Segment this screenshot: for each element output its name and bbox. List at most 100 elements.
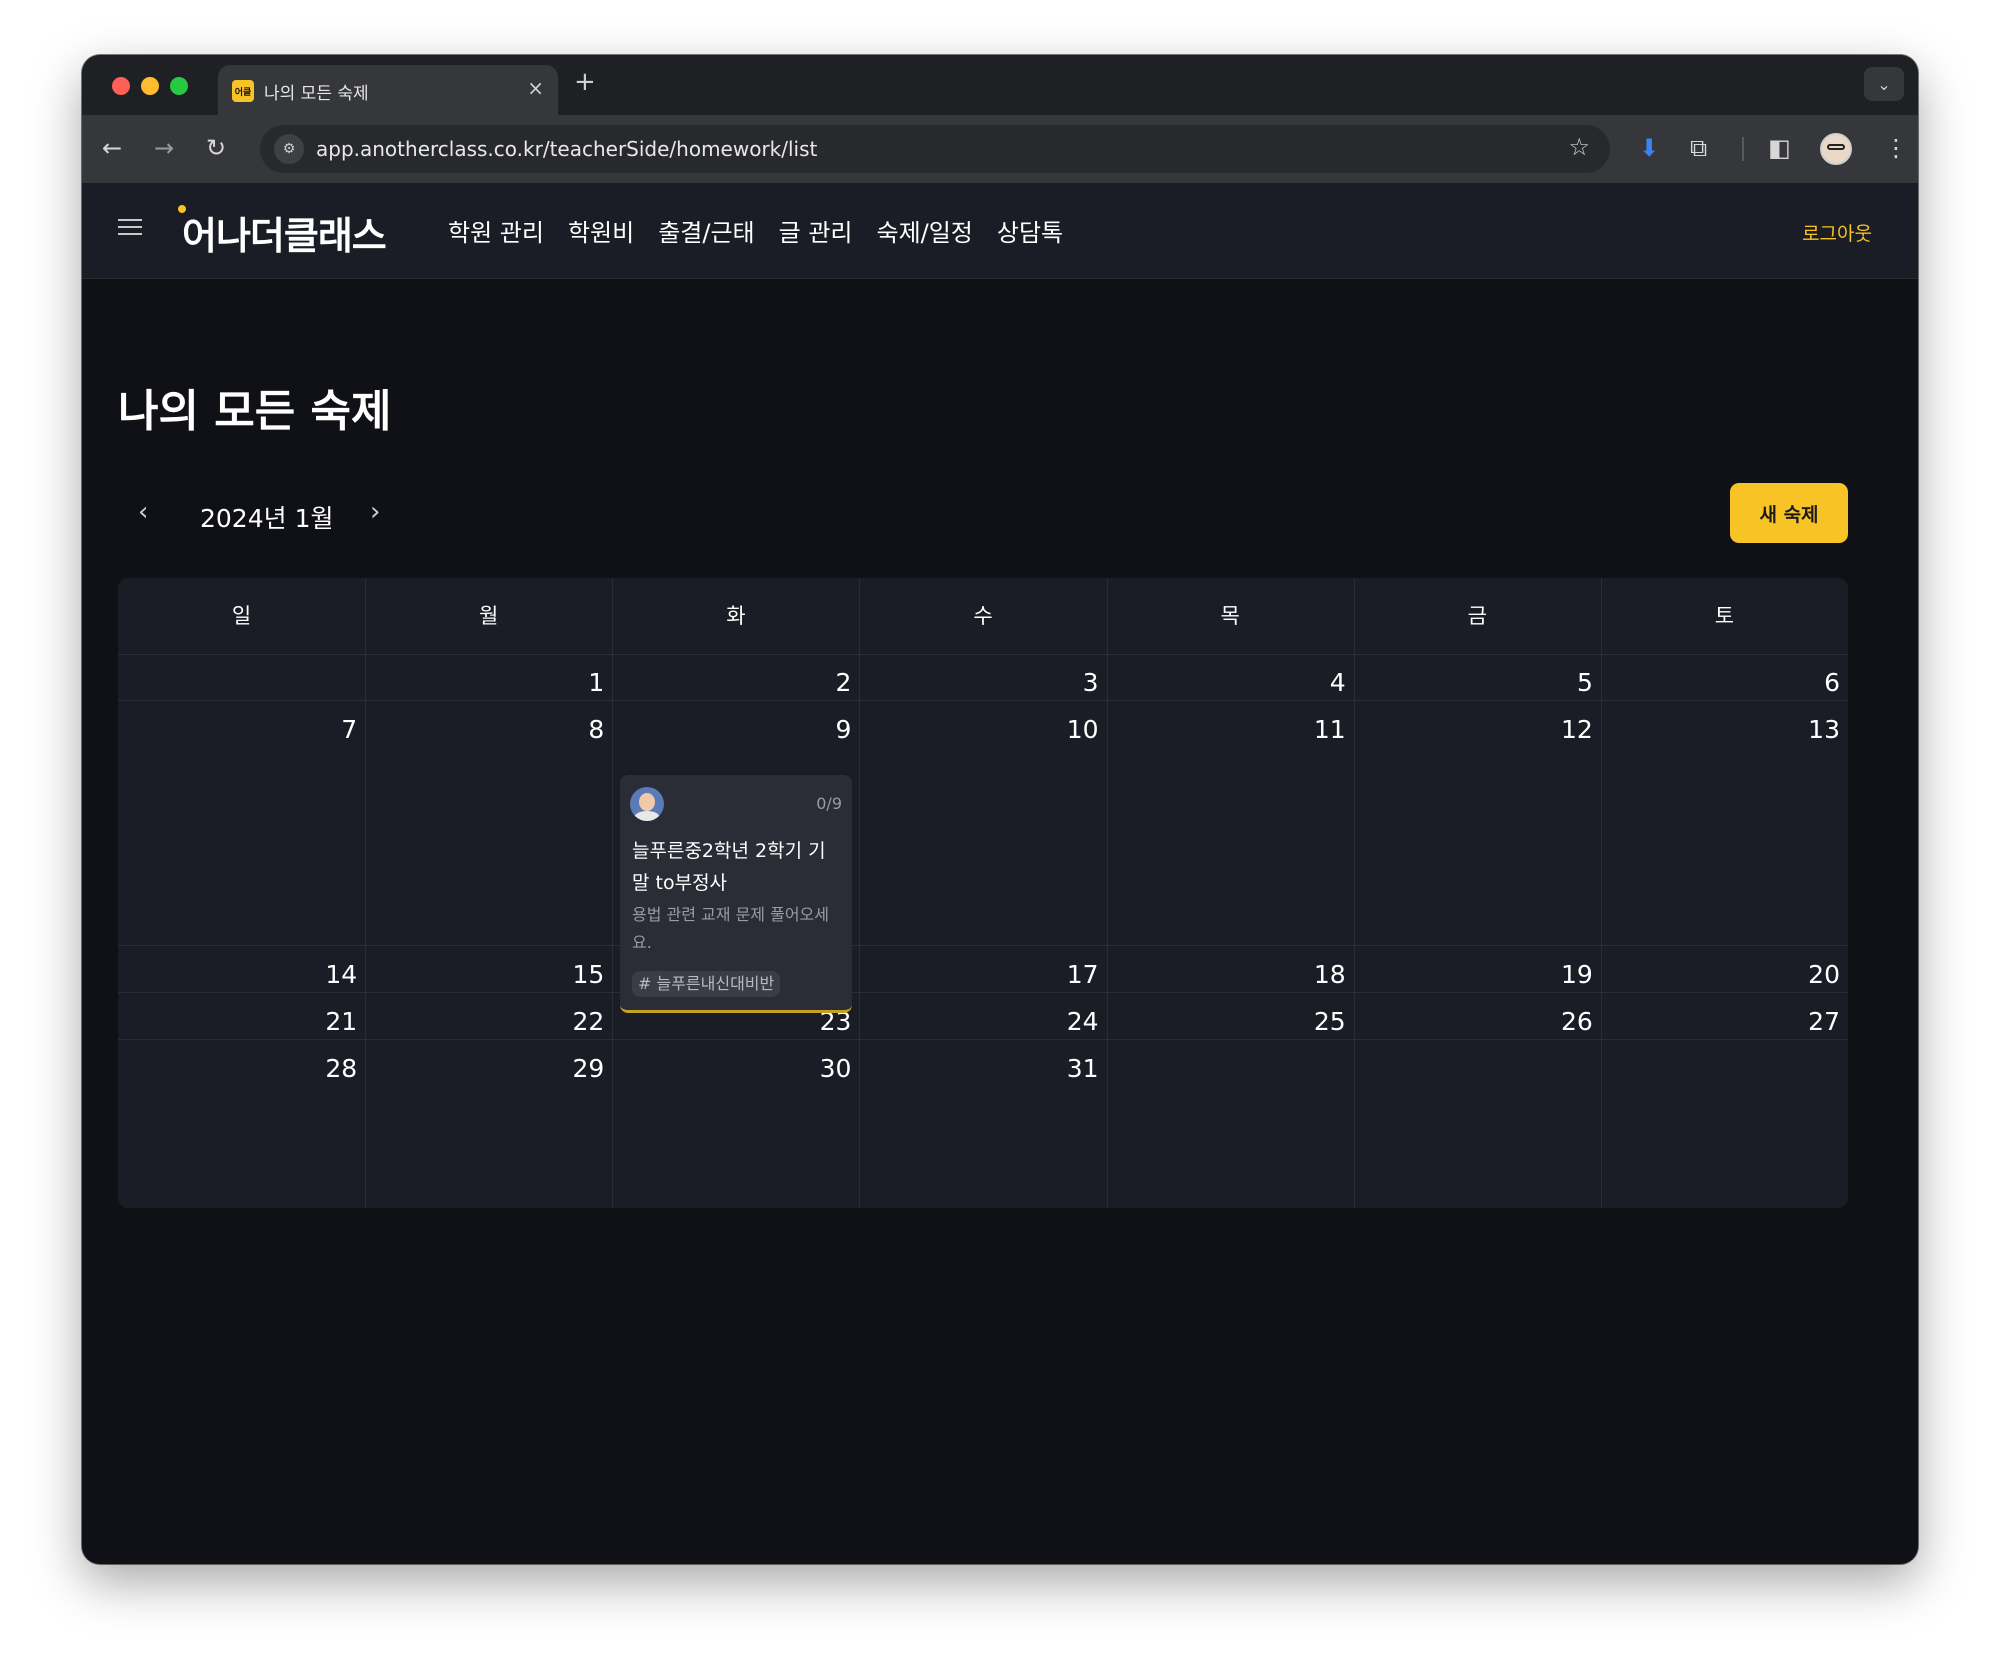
tab-title: 나의 모든 숙제 xyxy=(264,84,369,104)
day-number: 20 xyxy=(1808,960,1840,989)
main-menu: 학원 관리 학원비 출결/근태 글 관리 숙제/일정 상담톡 xyxy=(448,213,1063,248)
column-divider xyxy=(859,578,860,1208)
weekday-header: 금 xyxy=(1467,604,1487,628)
calendar-day-cell[interactable]: 30 xyxy=(612,1040,859,1087)
column-divider xyxy=(612,578,613,1208)
calendar-day-cell[interactable]: 15 xyxy=(365,946,613,993)
day-number: 27 xyxy=(1808,1007,1840,1036)
forward-arrow-icon[interactable]: → xyxy=(154,133,174,163)
calendar-day-cell[interactable]: 17 xyxy=(859,946,1107,993)
weekday-header: 토 xyxy=(1714,604,1735,628)
maximize-window-button[interactable] xyxy=(170,77,188,95)
calendar-day-cell[interactable]: 5 xyxy=(1353,654,1601,701)
address-bar[interactable]: ⚙ app.anotherclass.co.kr/teacherSide/hom… xyxy=(260,125,1610,173)
download-icon[interactable]: ⬇ xyxy=(1639,133,1659,163)
calendar-day-cell[interactable]: 28 xyxy=(118,1040,365,1087)
prev-month-chevron-icon[interactable]: ‹ xyxy=(138,497,148,527)
teacher-avatar xyxy=(630,787,664,821)
weekday-header: 화 xyxy=(726,604,746,628)
menu-item-attendance[interactable]: 출결/근태 xyxy=(658,213,754,248)
tab-close-icon[interactable]: × xyxy=(527,76,544,100)
calendar-day-cell[interactable]: 22 xyxy=(365,993,613,1040)
calendar-day-cell[interactable]: 10 xyxy=(859,701,1107,946)
tab-strip: 어클 나의 모든 숙제 × + ⌄ xyxy=(82,55,1918,115)
more-menu-icon[interactable]: ⋮ xyxy=(1884,133,1908,163)
new-homework-button[interactable]: 새 숙제 xyxy=(1730,483,1848,543)
browser-window: 어클 나의 모든 숙제 × + ⌄ ← → ↻ ⚙ app.anothercla… xyxy=(82,55,1918,1564)
url-text[interactable]: app.anotherclass.co.kr/teacherSide/homew… xyxy=(316,137,817,161)
menu-item-academy[interactable]: 학원 관리 xyxy=(448,213,544,248)
calendar-day-cell[interactable]: 12 xyxy=(1353,701,1601,946)
next-month-chevron-icon[interactable]: › xyxy=(370,497,380,527)
minimize-window-button[interactable] xyxy=(141,77,159,95)
day-number: 17 xyxy=(1066,960,1099,989)
day-number: 9 xyxy=(835,715,852,744)
tab-search-chevron-icon[interactable]: ⌄ xyxy=(1864,67,1904,101)
extensions-puzzle-icon[interactable]: ⧉ xyxy=(1690,133,1707,163)
bookmark-star-icon[interactable]: ☆ xyxy=(1568,133,1590,161)
day-number: 21 xyxy=(325,1007,358,1036)
profile-avatar-icon[interactable] xyxy=(1820,133,1852,165)
calendar-day-cell[interactable] xyxy=(1601,1040,1848,1087)
calendar-day-cell[interactable]: 6 xyxy=(1600,654,1848,701)
day-number: 30 xyxy=(819,1054,852,1083)
column-divider xyxy=(1107,578,1108,1208)
homework-card[interactable]: 0/9 늘푸른중2학년 2학기 기말 to부정사 용법 관련 교재 문제 풀어오… xyxy=(620,775,852,1013)
back-arrow-icon[interactable]: ← xyxy=(102,133,122,163)
calendar-day-cell[interactable] xyxy=(1107,1040,1354,1087)
calendar-day-cell[interactable]: 8 xyxy=(365,701,613,946)
calendar-day-cell[interactable] xyxy=(118,654,366,701)
calendar-day-cell[interactable]: 3 xyxy=(859,654,1107,701)
hamburger-menu-icon[interactable] xyxy=(118,217,142,237)
new-tab-button[interactable]: + xyxy=(574,67,596,97)
site-settings-icon[interactable]: ⚙ xyxy=(274,134,304,164)
column-divider xyxy=(1601,578,1602,1208)
calendar-day-cell[interactable]: 11 xyxy=(1106,701,1354,946)
weekday-header: 수 xyxy=(973,604,993,628)
browser-toolbar: ← → ↻ ⚙ app.anotherclass.co.kr/teacherSi… xyxy=(82,115,1918,183)
homework-tag[interactable]: # 늘푸른내신대비반 xyxy=(632,971,781,997)
reload-icon[interactable]: ↻ xyxy=(206,133,226,163)
calendar-day-cell[interactable]: 29 xyxy=(365,1040,612,1087)
month-label: 2024년 1월 xyxy=(200,504,334,533)
day-number: 14 xyxy=(325,960,358,989)
calendar-day-cell[interactable]: 18 xyxy=(1106,946,1354,993)
calendar-day-cell[interactable]: 7 xyxy=(118,701,366,946)
calendar-day-cell[interactable] xyxy=(1354,1040,1601,1087)
menu-item-tuition[interactable]: 학원비 xyxy=(568,213,634,248)
day-number: 28 xyxy=(325,1054,358,1083)
calendar-day-cell[interactable]: 20 xyxy=(1600,946,1848,993)
calendar-header: 일월화수목금토 xyxy=(118,578,1848,655)
calendar-day-cell[interactable]: 31 xyxy=(859,1040,1106,1087)
browser-tab[interactable]: 어클 나의 모든 숙제 × xyxy=(218,65,558,115)
calendar-day-cell[interactable]: 1 xyxy=(365,654,613,701)
day-number: 3 xyxy=(1082,668,1099,697)
day-number: 15 xyxy=(572,960,605,989)
calendar-day-cell[interactable]: 24 xyxy=(859,993,1107,1040)
calendar-day-cell[interactable]: 13 xyxy=(1600,701,1848,946)
day-number: 29 xyxy=(572,1054,605,1083)
app-navbar: 어나더클래스 학원 관리 학원비 출결/근태 글 관리 숙제/일정 상담톡 로그… xyxy=(82,183,1918,279)
menu-item-posts[interactable]: 글 관리 xyxy=(779,213,853,248)
calendar-day-cell[interactable]: 4 xyxy=(1106,654,1354,701)
calendar-day-cell[interactable]: 19 xyxy=(1353,946,1601,993)
menu-item-consult[interactable]: 상담톡 xyxy=(997,213,1063,248)
day-number: 19 xyxy=(1561,960,1593,989)
calendar-day-cell[interactable]: 26 xyxy=(1353,993,1601,1040)
day-number: 8 xyxy=(588,715,605,744)
day-number: 6 xyxy=(1824,668,1840,697)
day-number: 5 xyxy=(1576,668,1593,697)
app-logo[interactable]: 어나더클래스 xyxy=(182,205,387,260)
calendar-day-cell[interactable]: 27 xyxy=(1600,993,1848,1040)
calendar: 일월화수목금토 12345678910111213141516171819202… xyxy=(118,578,1848,1208)
calendar-day-cell[interactable]: 25 xyxy=(1106,993,1354,1040)
calendar-day-cell[interactable]: 2 xyxy=(612,654,860,701)
side-panel-icon[interactable]: ◧ xyxy=(1768,133,1791,163)
calendar-day-cell[interactable]: 21 xyxy=(118,993,366,1040)
calendar-day-cell[interactable]: 14 xyxy=(118,946,366,993)
day-number: 11 xyxy=(1313,715,1346,744)
logout-link[interactable]: 로그아웃 xyxy=(1802,219,1872,246)
close-window-button[interactable] xyxy=(112,77,130,95)
menu-item-homework[interactable]: 숙제/일정 xyxy=(876,213,972,248)
day-number: 12 xyxy=(1561,715,1593,744)
